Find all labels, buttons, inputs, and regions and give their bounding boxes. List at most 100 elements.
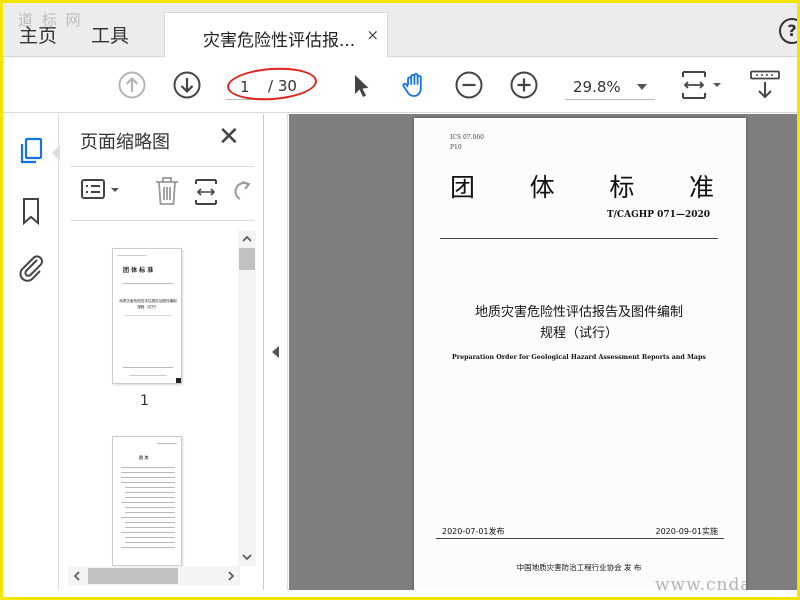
thumb-toc-line <box>121 472 175 473</box>
thumbnails-vertical-scrollbar[interactable] <box>238 230 256 566</box>
thumb-toc-line <box>125 522 175 523</box>
scroll-mode-button[interactable] <box>748 70 782 100</box>
help-button[interactable]: ? <box>779 18 797 44</box>
zoom-out-button[interactable] <box>454 70 484 100</box>
chevron-down-icon <box>637 84 647 90</box>
rotate-page-button[interactable] <box>232 174 252 208</box>
chevron-left-icon <box>73 571 80 581</box>
issue-date: 2020-07-01发布 <box>442 527 505 536</box>
heading-char: 体 <box>529 173 555 202</box>
page-number-input[interactable]: 1 <box>226 74 266 100</box>
document-title-english: Preparation Order for Geological Hazard … <box>452 354 706 361</box>
close-tab-button[interactable]: × <box>366 26 379 44</box>
scrollbar-thumb[interactable] <box>239 248 255 270</box>
heading-char: 团 <box>450 173 476 202</box>
rotate-icon <box>234 181 251 200</box>
document-title: 地质灾害危险性评估报告及图件编制 <box>474 305 683 320</box>
thumb-toc-line <box>125 537 175 538</box>
list-options-icon <box>81 179 119 199</box>
thumb-toc-line <box>121 547 175 548</box>
panel-pointer <box>52 145 60 161</box>
thumb-subtitle: 规程（试行） <box>137 305 159 309</box>
thumb-toc-line <box>125 492 175 493</box>
chevron-up-icon <box>242 235 252 242</box>
scrollbar-thumb[interactable] <box>88 568 178 584</box>
page-thumbnail-2[interactable]: 目 次 <box>112 436 182 566</box>
thumb-line <box>129 375 167 376</box>
divider <box>440 238 718 239</box>
page-fit-icon <box>195 179 217 205</box>
panel-collapse-strip <box>265 114 288 590</box>
thumb-toc-line <box>125 497 175 498</box>
scroll-mode-icon <box>750 70 780 99</box>
tab-document[interactable]: 灾害危险性评估报... × <box>164 12 388 58</box>
heading-char: 标 <box>609 173 635 202</box>
attachments-rail-button[interactable] <box>16 252 46 282</box>
previous-page-button[interactable] <box>117 70 147 100</box>
close-panel-button[interactable]: ✕ <box>218 122 240 152</box>
divider <box>436 538 724 539</box>
thumb-corner-marker <box>176 378 181 383</box>
chevron-down-icon <box>242 554 252 561</box>
thumb-heading: 团 体 标 准 <box>123 267 154 274</box>
extract-pages-button[interactable] <box>192 174 220 208</box>
delete-page-button[interactable] <box>152 174 182 208</box>
app-window: 道 标 网 主页 工具 灾害危险性评估报... × ? 1 / 30 29.8%… <box>0 0 800 600</box>
classification-code: P10 <box>450 144 462 151</box>
next-page-button[interactable] <box>172 70 202 100</box>
thumb-title: 地质灾害危险性评估报告及图件编制 <box>119 299 177 303</box>
trash-icon <box>156 177 178 205</box>
thumb-rule <box>123 283 173 284</box>
bookmarks-rail-button[interactable] <box>16 196 46 226</box>
thumb-heading: 目 次 <box>139 455 149 460</box>
ics-code: ICS 07.060 <box>450 134 484 141</box>
hand-tool-button[interactable] <box>400 70 430 100</box>
thumb-toc-line <box>125 512 175 513</box>
publisher: 中国地质灾害防治工程行业协会 发 布 <box>516 563 642 572</box>
thumbnail-page-number: 1 <box>140 393 149 409</box>
thumb-toc-line <box>121 482 175 483</box>
zoom-value: 29.8% <box>573 78 621 96</box>
tab-home[interactable]: 主页 <box>19 21 57 48</box>
pdf-page: ICS 07.060 P10 团 体 标 准 T/CAGHP 071—2020 … <box>414 118 746 590</box>
minus-circle-icon <box>455 71 483 99</box>
bookmark-icon <box>23 198 39 226</box>
plus-circle-icon <box>510 71 538 99</box>
thumbnails-rail-button[interactable] <box>16 136 46 166</box>
thumbnail-options-button[interactable] <box>80 174 122 208</box>
tab-tools[interactable]: 工具 <box>91 21 129 48</box>
thumb-toc-line <box>121 467 175 468</box>
chevron-right-icon <box>228 571 235 581</box>
cursor-arrow-icon <box>355 75 369 97</box>
thumb-toc-line <box>121 517 175 518</box>
thumb-toc-line <box>125 507 175 508</box>
thumb-toc-line <box>121 532 175 533</box>
page-thumbnail-1[interactable]: 团 体 标 准 地质灾害危险性评估报告及图件编制 规程（试行） <box>112 248 182 384</box>
zoom-select[interactable]: 29.8% <box>565 74 655 100</box>
toolbar: 1 / 30 29.8% <box>3 58 797 113</box>
page-total: / 30 <box>268 77 297 95</box>
arrow-down-circle-icon <box>173 71 201 99</box>
panel-title: 页面缩略图 <box>80 132 170 153</box>
standard-heading: 团 体 标 准 <box>450 168 714 204</box>
implementation-date: 2020-09-01实施 <box>655 527 719 536</box>
arrow-up-circle-icon <box>118 71 146 99</box>
heading-char: 准 <box>688 173 714 202</box>
select-tool-button[interactable] <box>346 70 376 100</box>
standard-number: T/CAGHP 071—2020 <box>606 210 710 220</box>
thumb-toc-line <box>125 542 175 543</box>
document-viewer[interactable]: ICS 07.060 P10 团 体 标 准 T/CAGHP 071—2020 … <box>289 114 797 590</box>
tab-bar: 道 标 网 主页 工具 灾害危险性评估报... × ? <box>3 3 797 58</box>
zoom-in-button[interactable] <box>509 70 539 100</box>
collapse-panel-button[interactable] <box>272 346 279 358</box>
copy-pages-icon <box>20 137 43 164</box>
paperclip-icon <box>19 255 43 282</box>
thumbnails-horizontal-scrollbar[interactable] <box>68 566 240 586</box>
page-fit-button[interactable] <box>679 70 725 100</box>
thumb-toc-line <box>125 527 175 528</box>
thumbnails-panel: 页面缩略图 ✕ 团 体 标 准 地质灾害危险性评估报告及图件编制 规程（试行） … <box>60 114 264 590</box>
thumb-toc-line <box>121 477 175 478</box>
thumb-line <box>123 315 173 316</box>
document-subtitle: 规程（试行） <box>539 326 618 341</box>
document-tab-title: 灾害危险性评估报... <box>203 31 356 51</box>
